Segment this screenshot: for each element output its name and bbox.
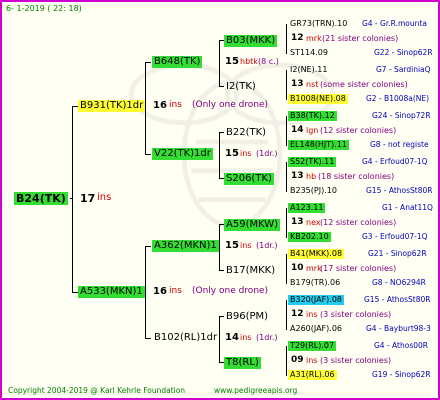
- gen3-1-note: (8 c.): [258, 57, 279, 66]
- gen5-parent[interactable]: B38(TK).12: [288, 111, 337, 121]
- gen3-queen-4[interactable]: B102(RL)1dr: [152, 332, 219, 344]
- gen5-number: 12: [291, 33, 304, 43]
- root-number: 17: [80, 192, 96, 205]
- gen5-number: 09: [291, 355, 304, 365]
- gen3-3-number: 15: [225, 240, 239, 251]
- gen4-queen-6[interactable]: B17(MKK): [224, 265, 277, 277]
- gen3-1-number: 15: [225, 56, 239, 67]
- gen5-note: (21 sister colonies): [322, 34, 399, 43]
- gen4-queen-8[interactable]: T8(RL): [224, 357, 261, 369]
- gen4-queen-5[interactable]: A59(MKW): [224, 219, 281, 231]
- gen3-queen-1[interactable]: B648(TK): [152, 56, 203, 68]
- gen3-queen-3[interactable]: A362(MKN)1: [152, 240, 219, 252]
- root-queen[interactable]: B24(TK): [14, 192, 68, 205]
- gen5-parent[interactable]: B179(TR).06: [288, 278, 342, 288]
- gen5-note: (17 sister colonies): [320, 264, 397, 273]
- gen5-tip: G22 - Sinop62R: [374, 48, 433, 57]
- gen5-tip: G4 - Erfoud07-1Q: [362, 157, 428, 166]
- gen5-parent[interactable]: A123.11: [288, 203, 326, 213]
- gen2-2-number: 16: [153, 286, 167, 297]
- gen3-3-suffix: ins: [240, 241, 252, 250]
- gen5-parent[interactable]: A31(RL).06: [288, 370, 337, 380]
- gen5-number: 13: [291, 217, 304, 227]
- gen5-suffix: nex: [306, 218, 321, 227]
- gen5-tip: G4 - Bayburt98-3: [366, 324, 431, 333]
- gen5-note: (12 sister colonies): [320, 218, 397, 227]
- gen5-tip: G19 - Sinop62R: [372, 370, 431, 379]
- gen2-1-note: (Only one drone): [192, 100, 269, 110]
- header-date: 6- 1-2019 ( 22: 18): [6, 4, 82, 13]
- gen5-tip: G21 - Sinop62R: [368, 249, 427, 258]
- root-suffix: ins: [97, 192, 112, 203]
- gen2-1-number: 16: [153, 100, 167, 111]
- gen5-number: 13: [291, 171, 304, 181]
- gen5-tip: G8 - NO6294R: [372, 278, 426, 287]
- gen2-queen-1[interactable]: B931(TK)1dr: [78, 100, 146, 112]
- gen5-note: (3 sister colonies): [320, 310, 392, 319]
- gen5-tip: G24 - Sinop72R: [372, 111, 431, 120]
- gen5-tip: G8 - not registe: [370, 140, 429, 149]
- gen4-queen-1[interactable]: B03(MKK): [224, 35, 278, 47]
- gen5-number: 12: [291, 309, 304, 319]
- copyright-text: Copyright 2004-2019 @ Karl Kehrle Founda…: [8, 386, 186, 395]
- gen3-2-suffix: ins: [240, 149, 252, 158]
- gen2-1-suffix: ins: [169, 100, 182, 110]
- gen5-parent[interactable]: S52(TK).11: [288, 157, 337, 167]
- gen5-suffix: hb: [306, 172, 317, 181]
- gen4-queen-2[interactable]: I2(TK): [224, 81, 258, 93]
- gen3-4-note: (1dr.): [256, 333, 278, 342]
- gen5-parent[interactable]: GR73(TRN).10: [288, 19, 349, 29]
- gen5-parent[interactable]: T29(RL).07: [288, 341, 337, 351]
- gen3-queen-2[interactable]: V22(TK)1dr: [152, 148, 213, 160]
- gen5-suffix: ins: [306, 310, 318, 319]
- gen5-suffix: mrk: [306, 34, 322, 43]
- gen5-tip: G7 - SardiniaQ: [376, 65, 431, 74]
- gen5-number: 10: [291, 263, 304, 273]
- gen4-queen-3[interactable]: B22(TK): [224, 127, 268, 139]
- pedigree-frame: 6- 1-2019 ( 22: 18) B24(TK) 17 ins B931(…: [0, 0, 440, 400]
- website-link[interactable]: www.pedigreeapis.org: [214, 387, 297, 395]
- gen5-tip: G1 - Anat11Q: [382, 203, 433, 212]
- gen5-parent[interactable]: I2(NE).11: [288, 65, 329, 75]
- gen3-4-suffix: ins: [240, 333, 252, 342]
- gen5-note: (18 sister colonies): [318, 172, 395, 181]
- gen5-parent[interactable]: A260(JAF).06: [288, 324, 344, 334]
- gen5-note: (12 sister colonies): [320, 126, 397, 135]
- gen3-1-suffix: hbtk: [240, 57, 258, 66]
- gen2-queen-2[interactable]: A533(MKN)1: [78, 286, 145, 298]
- gen5-parent[interactable]: B1008(NE).08: [288, 94, 348, 104]
- gen5-tip: G15 - AthosSt80R: [366, 186, 433, 195]
- gen5-parent[interactable]: ST114.09: [288, 48, 330, 58]
- gen3-2-number: 15: [225, 148, 239, 159]
- gen5-number: 14: [291, 125, 304, 135]
- gen5-suffix: ins: [306, 356, 318, 365]
- gen5-parent[interactable]: B320(JAF).08: [288, 295, 345, 305]
- gen3-3-note: (1dr.): [256, 241, 278, 250]
- gen5-number: 13: [291, 79, 304, 89]
- gen4-queen-7[interactable]: B96(PM): [224, 311, 270, 323]
- gen5-tip: G15 - AthosSt80R: [364, 295, 431, 304]
- gen5-tip: G2 - B1008a(NE): [366, 94, 430, 103]
- gen3-2-note: (1dr.): [256, 149, 278, 158]
- gen5-note: (some sister colonies): [320, 80, 408, 89]
- gen4-queen-4[interactable]: S206(TK): [224, 173, 274, 185]
- gen5-suffix: nst: [306, 80, 319, 89]
- gen5-parent[interactable]: KB202.10: [288, 232, 331, 242]
- gen5-tip: G4 - Gr.R.mounta: [362, 19, 427, 28]
- gen5-suffix: lgn: [306, 126, 319, 135]
- gen5-parent[interactable]: B41(MKK).08: [288, 249, 345, 259]
- gen5-note: (3 sister colonies): [320, 356, 392, 365]
- gen5-tip: G4 - Athos00R: [374, 341, 429, 350]
- gen2-2-note: (Only one drone): [192, 286, 269, 296]
- gen2-2-suffix: ins: [169, 286, 182, 296]
- gen5-parent[interactable]: EL148(HJT).11: [288, 140, 350, 150]
- gen3-4-number: 14: [225, 332, 239, 343]
- gen5-tip: G3 - Erfoud07-1Q: [362, 232, 428, 241]
- gen5-parent[interactable]: B235(PJ).10: [288, 186, 339, 196]
